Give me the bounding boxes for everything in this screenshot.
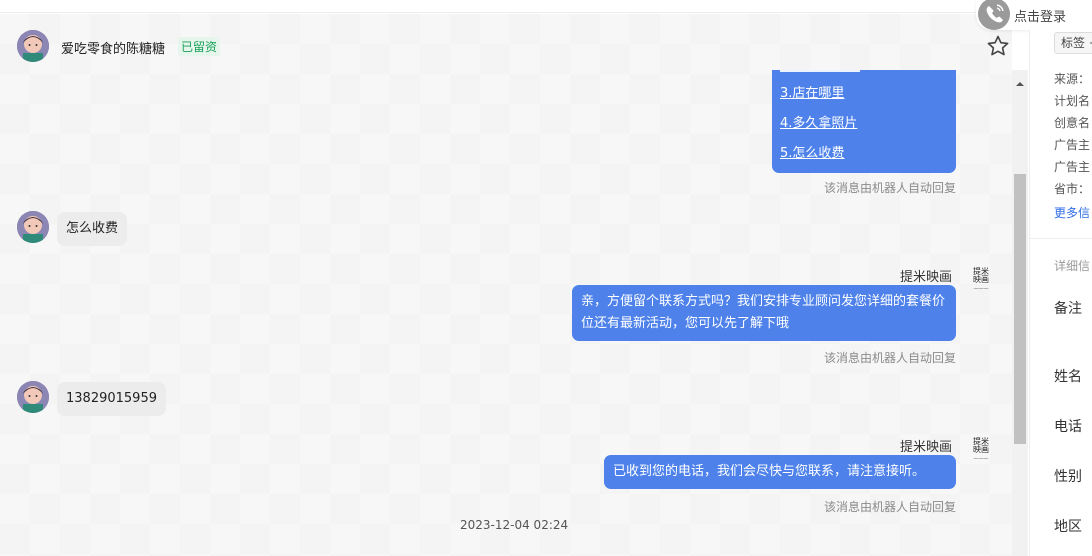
message-timestamp: 2023-12-04 02:24 xyxy=(460,518,569,532)
customer-avatar[interactable] xyxy=(17,30,49,62)
field-remark: 备注 xyxy=(1054,301,1082,317)
info-advertiser: 广告主 xyxy=(1054,138,1091,152)
field-region: 地区 xyxy=(1054,519,1082,535)
detail-section-title: 详细信 xyxy=(1054,259,1091,273)
auto-reply-note: 该消息由机器人自动回复 xyxy=(824,181,957,195)
brand-logo: 提米 映画 ——— xyxy=(973,267,989,293)
sender-name: 提米映画 xyxy=(900,270,953,285)
panel-divider xyxy=(1030,238,1092,239)
customer-avatar[interactable] xyxy=(17,381,49,413)
outgoing-message: 已收到您的电话，我们会尽快与您联系，请注意接听。 xyxy=(604,455,956,489)
avatar-image xyxy=(17,381,49,413)
avatar-image xyxy=(17,30,49,62)
more-info-link[interactable]: 更多信 xyxy=(1054,204,1090,221)
field-gender: 性别 xyxy=(1054,469,1082,485)
login-button[interactable]: 点击登录 xyxy=(976,0,1092,30)
auto-reply-note: 该消息由机器人自动回复 xyxy=(824,351,957,365)
scroll-up-arrow-icon[interactable] xyxy=(1012,74,1028,86)
chat-panel[interactable]: 爱吃零食的陈糖糖 已留资 3.店在哪里 4.多久拿照片 5.怎么收费 该消息由机… xyxy=(0,14,1012,556)
brand-logo: 提米 映画 ——— xyxy=(973,437,989,463)
info-plan-name: 计划名 xyxy=(1054,94,1091,108)
info-creative-name: 创意名 xyxy=(1054,116,1091,130)
field-name: 姓名 xyxy=(1054,369,1082,385)
field-phone: 电话 xyxy=(1054,419,1082,435)
menu-link-store-location[interactable]: 3.店在哪里 xyxy=(780,79,948,109)
status-badge: 已留资 xyxy=(178,37,221,56)
sender-name: 提米映画 xyxy=(900,440,953,455)
clipped-underline xyxy=(780,70,860,72)
info-province-city: 省市： xyxy=(1054,182,1091,196)
phone-icon xyxy=(978,0,1010,30)
star-icon[interactable] xyxy=(986,34,1010,58)
incoming-message: 13829015959 xyxy=(57,382,166,416)
customer-info-panel: 标签 + 来源： 计划名 创意名 广告主 广告主 省市： 更多信 详细信 备注 … xyxy=(1029,30,1092,556)
login-label: 点击登录 xyxy=(1014,10,1067,25)
contact-name: 爱吃零食的陈糖糖 xyxy=(61,42,166,57)
outgoing-message: 亲，方便留个联系方式吗？我们安排专业顾问发您详细的套餐价位还有最新活动，您可以先… xyxy=(572,285,956,341)
chat-scrollbar[interactable] xyxy=(1012,70,1028,556)
top-divider xyxy=(0,0,1028,13)
menu-link-pricing[interactable]: 5.怎么收费 xyxy=(780,139,948,169)
info-source: 来源： xyxy=(1054,72,1091,86)
customer-avatar[interactable] xyxy=(17,211,49,243)
incoming-message: 怎么收费 xyxy=(57,212,128,246)
avatar-image xyxy=(17,211,49,243)
menu-bubble: 3.店在哪里 4.多久拿照片 5.怎么收费 xyxy=(772,70,956,173)
scroll-thumb[interactable] xyxy=(1014,174,1026,444)
info-advertiser-2: 广告主 xyxy=(1054,160,1091,174)
menu-link-photo-time[interactable]: 4.多久拿照片 xyxy=(780,109,948,139)
auto-reply-note: 该消息由机器人自动回复 xyxy=(824,500,957,514)
add-tag-button[interactable]: 标签 + xyxy=(1054,32,1092,54)
